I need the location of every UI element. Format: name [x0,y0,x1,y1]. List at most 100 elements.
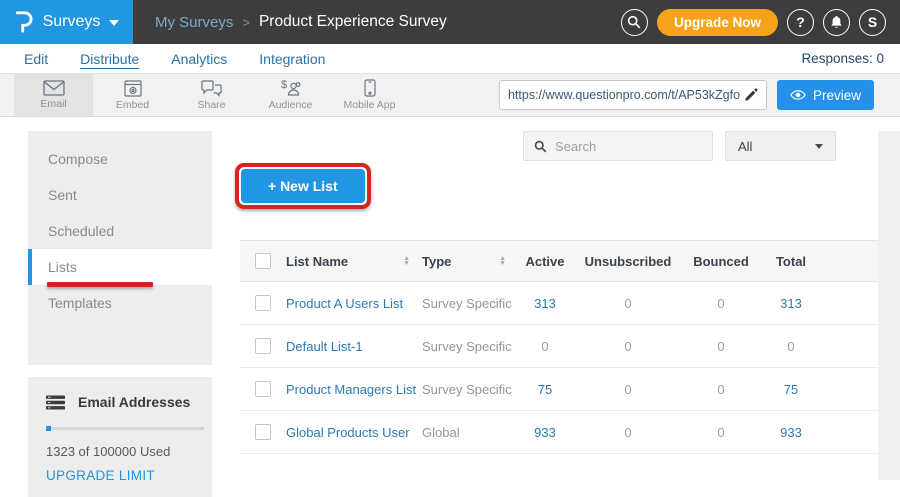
channel-label: Embed [116,99,149,111]
total-count[interactable]: 75 [758,382,824,397]
row-checkbox[interactable] [255,381,271,397]
brand-label: Surveys [43,13,101,31]
help-icon: ? [796,14,805,30]
bounced-count: 0 [684,339,758,354]
tab-integration[interactable]: Integration [259,51,325,67]
mobile-app-icon [364,79,376,97]
active-count[interactable]: 75 [518,382,572,397]
channel-label: Email [40,98,66,110]
row-checkbox[interactable] [255,295,271,311]
column-header-list-name[interactable]: List Name ▲▼ [286,254,422,269]
unsubscribed-count: 0 [572,339,684,354]
survey-nav: Edit Distribute Analytics Integration Re… [0,44,900,73]
chevron-down-icon [109,20,119,26]
annotation-highlight-new-list: + New List [235,163,371,209]
filter-value: All [738,139,752,154]
active-count[interactable]: 0 [518,339,572,354]
table-row: Product A Users List Survey Specific 313… [240,282,878,325]
sidebar-item-compose[interactable]: Compose [28,141,212,177]
list-type: Survey Specific [422,296,518,311]
embed-icon [124,80,142,97]
sidebar-item-sent[interactable]: Sent [28,177,212,213]
upgrade-now-button[interactable]: Upgrade Now [657,9,778,36]
help-button[interactable]: ? [787,9,814,36]
top-bar: Surveys My Surveys > Product Experience … [0,0,900,44]
total-count[interactable]: 933 [758,425,824,440]
column-header-bounced: Bounced [684,254,758,269]
tab-edit[interactable]: Edit [24,51,48,67]
email-addresses-panel: Email Addresses 1323 of 100000 Used UPGR… [28,377,212,497]
usage-text: 1323 of 100000 Used [46,444,194,459]
toolbar-right: Preview [499,74,900,116]
top-actions: Upgrade Now ? S [621,0,900,44]
sidebar-item-lists[interactable]: Lists [28,249,212,285]
breadcrumb: My Surveys > Product Experience Survey [133,0,621,44]
channel-share[interactable]: Share [172,74,251,116]
eye-icon [790,90,806,100]
unsubscribed-count: 0 [572,425,684,440]
channel-label: Share [197,99,225,111]
preview-button[interactable]: Preview [777,80,874,110]
email-addresses-title: Email Addresses [78,394,190,410]
email-sidebar: Compose Sent Scheduled Lists Templates [28,131,212,480]
bounced-count: 0 [684,296,758,311]
total-count[interactable]: 0 [758,339,824,354]
column-header-unsubscribed: Unsubscribed [572,254,684,269]
audience-icon: $ [280,79,301,97]
bounced-count: 0 [684,425,758,440]
row-checkbox[interactable] [255,424,271,440]
responses-count[interactable]: Responses: 0 [801,51,884,66]
channel-email[interactable]: Email [14,74,93,116]
search-input[interactable] [555,139,702,154]
share-icon [201,80,222,97]
select-all-checkbox[interactable] [255,253,271,269]
unsubscribed-count: 0 [572,382,684,397]
search-icon [627,15,641,29]
survey-url-box [499,80,767,110]
lists-table: List Name ▲▼ Type ▲▼ Active Unsubscribed… [240,240,878,454]
active-count[interactable]: 313 [518,296,572,311]
tab-distribute[interactable]: Distribute [80,51,139,67]
sidebar-item-scheduled[interactable]: Scheduled [28,213,212,249]
email-addresses-header: Email Addresses [46,394,194,410]
breadcrumb-current: Product Experience Survey [259,13,447,31]
row-checkbox[interactable] [255,338,271,354]
new-list-button[interactable]: + New List [241,169,365,203]
total-count[interactable]: 313 [758,296,824,311]
questionpro-logo-icon [14,10,34,34]
bounced-count: 0 [684,382,758,397]
notifications-button[interactable] [823,9,850,36]
sidebar-item-templates[interactable]: Templates [28,285,212,321]
page-body: Compose Sent Scheduled Lists Templates [0,117,900,480]
distribute-toolbar: Email Embed Share $ Audienc [0,73,900,117]
list-type: Survey Specific [422,382,518,397]
table-header-row: List Name ▲▼ Type ▲▼ Active Unsubscribed… [240,240,878,282]
upgrade-limit-link[interactable]: UPGRADE LIMIT [46,468,194,483]
preview-label: Preview [813,88,861,103]
new-list-area: + New List [235,163,878,209]
active-count[interactable]: 933 [518,425,572,440]
breadcrumb-separator: > [242,15,250,30]
channel-audience[interactable]: $ Audience [251,74,330,116]
channel-mobile-app[interactable]: Mobile App [330,74,409,116]
filter-dropdown[interactable]: All [725,131,836,161]
pencil-icon[interactable] [744,88,758,102]
list-name-link[interactable]: Default List-1 [286,339,422,354]
avatar[interactable]: S [859,9,886,36]
filters-row: All [240,131,878,161]
list-name-link[interactable]: Product A Users List [286,296,422,311]
list-name-link[interactable]: Global Products User [286,425,422,440]
breadcrumb-parent[interactable]: My Surveys [155,14,233,31]
sidebar-item-label: Compose [48,151,108,167]
avatar-initial: S [868,14,877,30]
column-header-type[interactable]: Type ▲▼ [422,254,518,269]
product-switcher[interactable]: Surveys [0,0,133,44]
channel-embed[interactable]: Embed [93,74,172,116]
table-row: Global Products User Global 933 0 0 933 [240,411,878,454]
search-button[interactable] [621,9,648,36]
list-name-link[interactable]: Product Managers List [286,382,422,397]
survey-url-input[interactable] [508,88,744,102]
tab-analytics[interactable]: Analytics [171,51,227,67]
lists-main: All + New List List Name ▲▼ Type ▲▼ [240,131,878,480]
sidebar-item-label: Sent [48,187,77,203]
